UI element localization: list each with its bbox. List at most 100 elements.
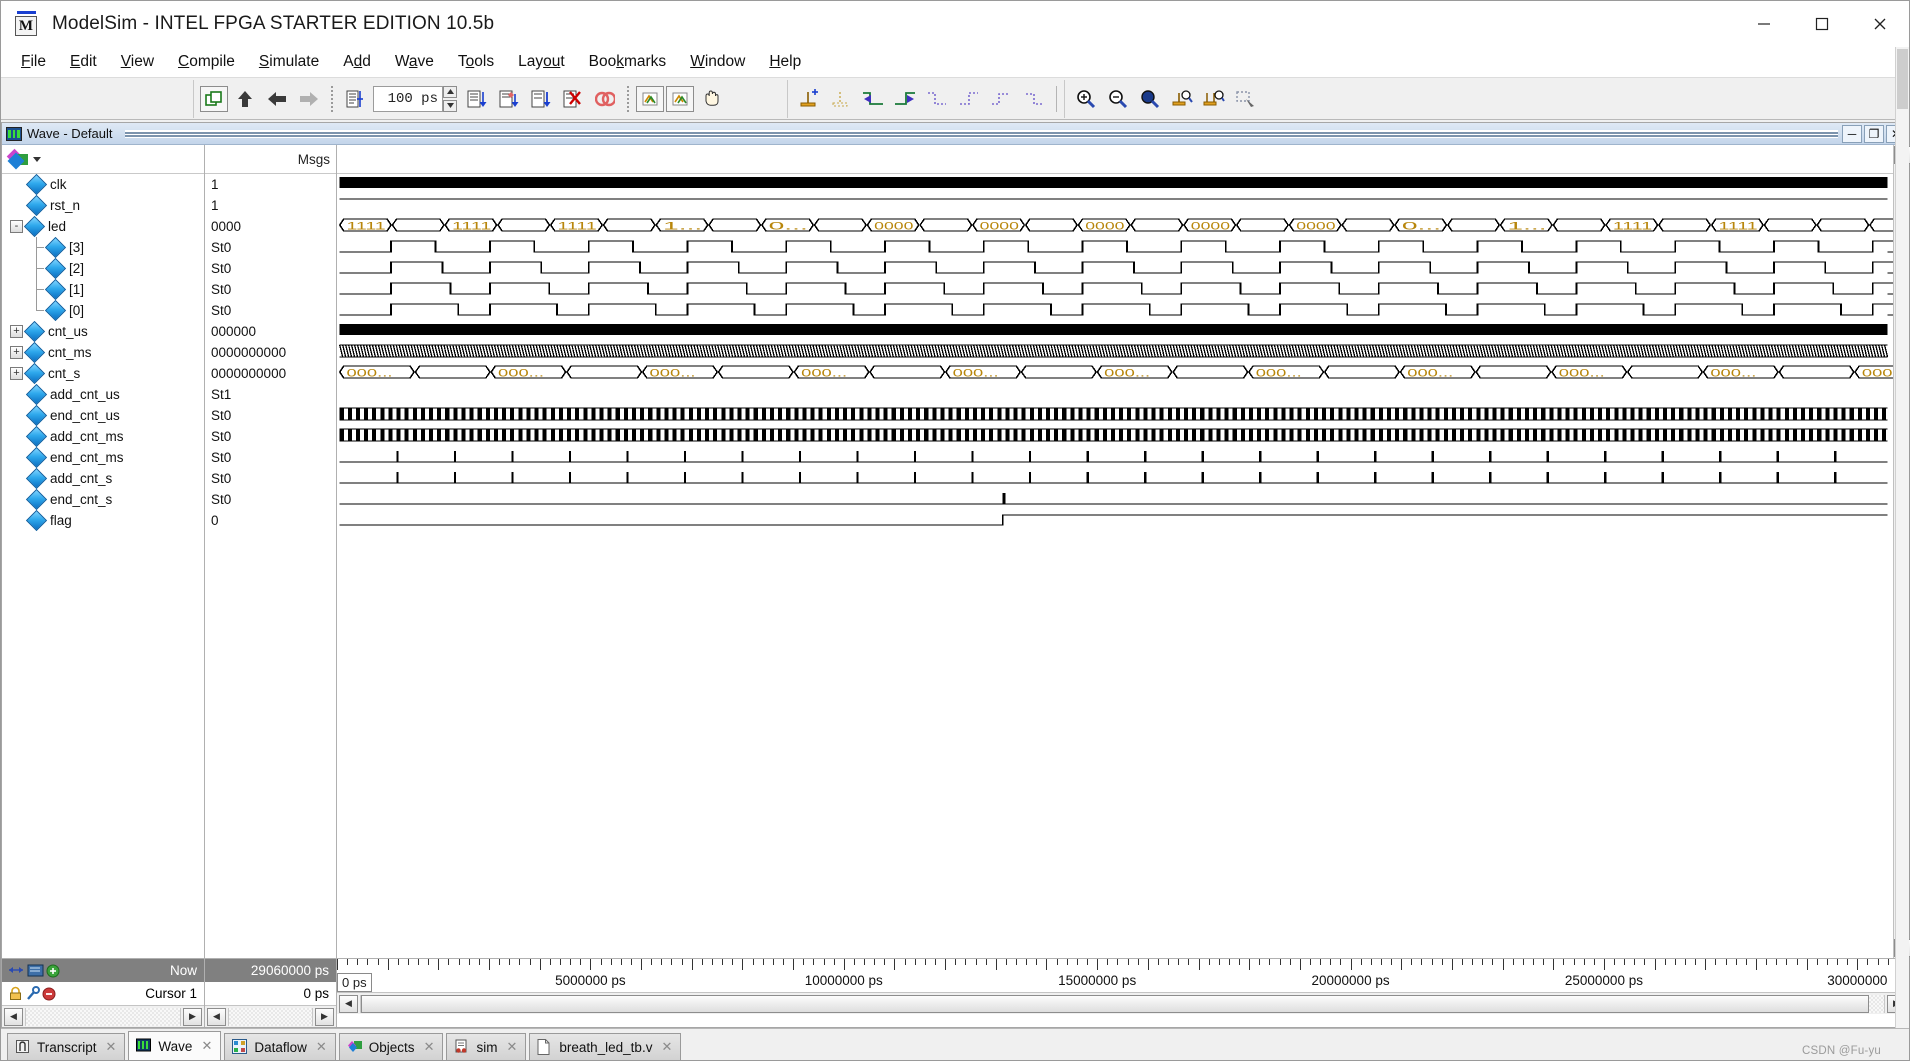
zoom-in-icon[interactable] [1071,84,1101,114]
expander-cnt_us[interactable]: + [10,325,23,338]
signal-names-list[interactable]: clk rst_n - led [3] [2] [1] [0] + cnt_us + cnt_ms + c… [2,174,204,958]
zoom-select-icon[interactable] [1231,84,1261,114]
names-scroll-left[interactable]: ◀ [4,1007,23,1026]
tab-sim[interactable]: sim ✕ [446,1033,527,1060]
menu-add[interactable]: Add [331,50,383,74]
maximize-button[interactable] [1793,1,1851,47]
names-hscrollbar[interactable]: ◀ ▶ [2,1005,204,1027]
signal-row-rst_n[interactable]: rst_n [2,194,204,217]
objects-palette-icon[interactable] [6,148,30,170]
signal-row-flag[interactable]: flag [2,509,204,532]
signal-row-end_cnt_ms[interactable]: end_cnt_ms [2,446,204,469]
menu-file[interactable]: File [9,50,58,74]
chevron-down-icon[interactable] [33,156,41,162]
tab-close-icon[interactable]: ✕ [316,1039,327,1055]
tab-wave[interactable]: Wave ✕ [128,1031,222,1060]
waveform-canvas[interactable]: 1111 1111 1111 1... 0... 0000 0000 0000 0000 0000… [337,174,1893,958]
stop-icon[interactable] [590,84,620,114]
menu-wave[interactable]: Wave [383,50,446,74]
step-icon[interactable] [636,85,664,112]
hand-pan-icon[interactable] [696,84,726,114]
find-next-transition-icon[interactable] [890,84,920,114]
tab-transcript[interactable]: Transcript ✕ [7,1033,126,1060]
app-vscroll-thumb[interactable] [1897,49,1908,109]
wave-scroll-thumb[interactable] [361,994,1869,1013]
menu-help[interactable]: Help [757,50,813,74]
menu-window[interactable]: Window [678,50,757,74]
close-button[interactable] [1851,1,1909,47]
find-edge-alt-icon[interactable] [1018,84,1048,114]
signal-row-add_cnt_ms[interactable]: add_cnt_ms [2,425,204,448]
signal-row-clk[interactable]: clk [2,174,204,196]
run-all-icon[interactable] [526,84,556,114]
up-arrow-icon[interactable] [230,84,260,114]
signal-row-3[interactable]: [3] [2,236,204,259]
values-hscrollbar[interactable]: ◀ ▶ [205,1005,336,1027]
forward-arrow-icon[interactable] [294,84,324,114]
compile-all-icon[interactable] [200,85,228,112]
back-arrow-icon[interactable] [262,84,292,114]
menu-edit[interactable]: Edit [58,50,109,74]
tab-close-icon[interactable]: ✕ [106,1039,117,1055]
find-rising-edge-icon[interactable] [954,84,984,114]
zoom-full-icon[interactable] [1135,84,1165,114]
run-length-stepper[interactable] [443,85,457,112]
tab-objects[interactable]: Objects ✕ [338,1033,444,1060]
values-scroll-right[interactable]: ▶ [315,1007,334,1026]
names-scroll-right[interactable]: ▶ [183,1007,202,1026]
wave-scroll-track[interactable] [360,994,1885,1013]
signal-row-add_cnt_s[interactable]: add_cnt_s [2,467,204,490]
menu-compile[interactable]: Compile [166,50,247,74]
find-falling-edge-icon[interactable] [922,84,952,114]
signal-row-1[interactable]: [1] [2,278,204,301]
restart-icon[interactable] [340,84,370,114]
menu-layout[interactable]: Layout [506,50,577,74]
wave-minimize-button[interactable]: ─ [1842,124,1862,143]
menu-tools[interactable]: Tools [446,50,506,74]
cursor-time-badge[interactable]: 0 ps [337,973,372,992]
wave-scroll-left[interactable]: ◀ [339,994,358,1013]
minimize-button[interactable] [1735,1,1793,47]
signal-row-led[interactable]: - led [2,215,204,238]
signal-row-0[interactable]: [0] [2,299,204,322]
tab-close-icon[interactable]: ✕ [201,1038,212,1054]
values-scroll-left[interactable]: ◀ [207,1007,226,1026]
signal-row-cnt_us[interactable]: + cnt_us [2,320,204,343]
zoom-range-icon[interactable] [1199,84,1229,114]
wave-hscrollbar[interactable]: ◀ ▶ [337,992,1908,1014]
run-length-input[interactable]: 100 ps [373,85,443,112]
break-icon[interactable] [558,84,588,114]
signal-row-add_cnt_us[interactable]: add_cnt_us [2,383,204,406]
tab-close-icon[interactable]: ✕ [506,1039,517,1055]
zoom-out-icon[interactable] [1103,84,1133,114]
zoom-cursor-icon[interactable] [1167,84,1197,114]
names-scroll-track[interactable] [25,1007,181,1026]
tab-breath-led-tb-v[interactable]: breath_led_tb.v ✕ [529,1033,682,1060]
signal-row-end_cnt_us[interactable]: end_cnt_us [2,404,204,427]
values-scroll-track[interactable] [228,1007,313,1026]
app-vertical-scrollbar[interactable] [1895,47,1909,1028]
tab-dataflow[interactable]: Dataflow ✕ [224,1033,336,1060]
menu-simulate[interactable]: Simulate [247,50,331,74]
find-any-edge-icon[interactable] [986,84,1016,114]
tab-close-icon[interactable]: ✕ [661,1039,672,1055]
run-icon[interactable] [462,84,492,114]
expander-cnt_s[interactable]: + [10,367,23,380]
signal-row-2[interactable]: [2] [2,257,204,280]
expander-cnt_ms[interactable]: + [10,346,23,359]
step-over-icon[interactable] [666,85,694,112]
continue-run-icon[interactable] [494,84,524,114]
time-ruler[interactable]: ps5000000 ps10000000 ps15000000 ps200000… [337,959,1908,992]
waveform-column[interactable]: 1111 1111 1111 1... 0... 0000 0000 0000 0000 0000… [337,145,1893,958]
expander-led[interactable]: - [10,220,23,233]
wave-restore-button[interactable]: ❐ [1864,124,1884,143]
delete-cursor-icon[interactable] [826,84,856,114]
signal-row-end_cnt_s[interactable]: end_cnt_s [2,488,204,511]
menu-view[interactable]: View [109,50,166,74]
signal-row-cnt_ms[interactable]: + cnt_ms [2,341,204,364]
tab-close-icon[interactable]: ✕ [424,1039,435,1055]
menu-bookmarks[interactable]: Bookmarks [577,50,679,74]
signal-row-cnt_s[interactable]: + cnt_s [2,362,204,385]
find-previous-transition-icon[interactable] [858,84,888,114]
insert-cursor-icon[interactable] [794,84,824,114]
